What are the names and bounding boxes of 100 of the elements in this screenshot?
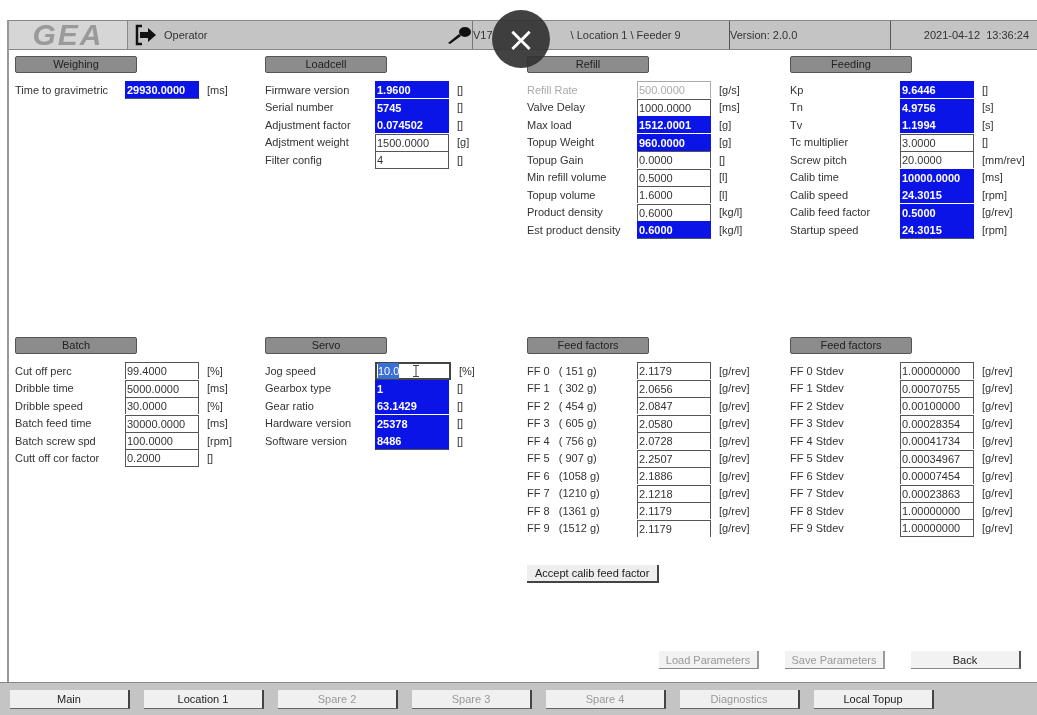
value-field[interactable]: 2.2507	[637, 449, 711, 467]
unit-label: [kg/l]	[719, 223, 743, 236]
unit-label: [l]	[719, 171, 728, 184]
unit-label: [g/rev]	[982, 364, 1013, 377]
value-field[interactable]: 30000.0000	[125, 414, 199, 432]
field-label: Startup speed	[790, 223, 860, 236]
field-label: Calib time	[790, 171, 840, 184]
field-label: Est product density	[527, 223, 622, 236]
field-label: Min refill volume	[527, 171, 608, 184]
value-field[interactable]: 0.00070755	[900, 379, 974, 397]
accept-button[interactable]: Accept calib feed factor	[527, 565, 660, 583]
value-field[interactable]: 24.3015	[900, 186, 974, 204]
unit-label: [%]	[207, 399, 223, 412]
unit-label: [g/rev]	[719, 522, 750, 535]
value-field[interactable]: 0.00007454	[900, 467, 974, 485]
field-label: Batch feed time	[15, 417, 93, 430]
value-field[interactable]: 0.6000	[637, 203, 711, 221]
unit-label: [ms]	[207, 382, 228, 395]
unit-label: []	[457, 101, 464, 114]
value-field[interactable]: 1.00000000	[900, 519, 974, 538]
value-field[interactable]: 0.0000	[637, 151, 711, 169]
field-label: Gear ratio	[265, 399, 315, 412]
field-label: Hardware version	[265, 417, 353, 430]
value-field[interactable]: 30.0000	[125, 397, 199, 415]
nav-tab[interactable]: Main	[10, 689, 130, 709]
value-field[interactable]: 1.6000	[637, 186, 711, 204]
field-label: Cut off perc	[15, 364, 73, 377]
unit-label: [g/s]	[719, 83, 740, 96]
value-field[interactable]: 0.5000	[900, 203, 974, 221]
unit-label: [s]	[982, 118, 994, 131]
value-field[interactable]: 1.00000000	[900, 502, 974, 520]
value-field[interactable]: 1512.0001	[637, 116, 711, 134]
section-header: Servo	[265, 337, 387, 354]
field-label: FF 0 Stdev	[790, 364, 845, 377]
field-label: Calib feed factor	[790, 206, 872, 219]
unit-label: [g/rev]	[982, 399, 1013, 412]
nav-tab[interactable]: Local Topup	[814, 689, 934, 709]
unit-label: []	[457, 118, 464, 131]
value-field[interactable]: 63.1429	[375, 397, 449, 415]
value-field[interactable]: 0.00041734	[900, 432, 974, 450]
value-field[interactable]: 10.0	[375, 361, 451, 380]
value-field[interactable]: 1.00000000	[900, 362, 974, 380]
value-field[interactable]: 5745	[375, 98, 449, 116]
unit-label: [g/rev]	[982, 469, 1013, 482]
section-header: Feeding	[790, 56, 912, 73]
unit-label: [g/rev]	[719, 504, 750, 517]
value-field[interactable]: 0.074502	[375, 116, 449, 134]
value-field[interactable]: 2.1179	[637, 362, 711, 380]
value-field[interactable]: 1.1994	[900, 116, 974, 134]
value-field[interactable]: 29930.0000	[125, 80, 199, 99]
value-field[interactable]: 0.00034967	[900, 449, 974, 467]
value-field[interactable]: 1.9600	[375, 81, 449, 99]
value-field[interactable]: 2.1179	[637, 502, 711, 520]
value-field[interactable]: 2.1218	[637, 484, 711, 502]
value-field[interactable]: 9.6446	[900, 81, 974, 99]
nav-tab[interactable]: Location 1	[144, 689, 264, 709]
unit-label: [g/rev]	[719, 417, 750, 430]
field-label: Dribble speed	[15, 399, 84, 412]
unit-label: [g/rev]	[982, 417, 1013, 430]
value-field[interactable]: 3.0000	[900, 133, 974, 151]
unit-label: [g/rev]	[719, 364, 750, 377]
section-header: Loadcell	[265, 56, 387, 73]
value-field[interactable]: 2.0728	[637, 432, 711, 450]
section-header: Refill	[527, 56, 649, 73]
unit-label: []	[719, 153, 726, 166]
unit-label: [l]	[719, 188, 728, 201]
value-field[interactable]: 100.0000	[125, 432, 199, 450]
unit-label: [rpm]	[207, 434, 233, 447]
value-field[interactable]: 0.2000	[125, 449, 199, 468]
value-field[interactable]: 25378	[375, 414, 449, 432]
action-button[interactable]: Back	[911, 651, 1021, 669]
value-field[interactable]: 4	[375, 150, 449, 169]
value-field[interactable]: 2.1886	[637, 467, 711, 485]
field-label: Tn	[790, 101, 804, 114]
field-label: Time to gravimetric	[15, 83, 110, 96]
unit-label: []	[207, 452, 214, 465]
field-label: Valve Delay	[527, 101, 586, 114]
value-field[interactable]: 0.00100000	[900, 397, 974, 415]
unit-label: [ms]	[207, 83, 228, 96]
value-field[interactable]: 2.1179	[637, 519, 711, 537]
value-field[interactable]: 20.0000	[900, 151, 974, 169]
value-field[interactable]: 1500.0000	[375, 133, 449, 151]
field-label: Adjstment weight	[265, 136, 350, 149]
field-label: FF 2 ( 454 g)	[527, 399, 598, 412]
value-field[interactable]: 2.0580	[637, 414, 711, 432]
field-label: FF 9 Stdev	[790, 522, 845, 535]
value-field[interactable]: 1000.0000	[637, 98, 711, 116]
value-field[interactable]: 99.4000	[125, 362, 199, 380]
value-field[interactable]: 0.00023863	[900, 484, 974, 502]
exit-icon[interactable]	[134, 24, 158, 46]
value-field[interactable]: 960.0000	[637, 133, 711, 151]
field-label: FF 0 ( 151 g)	[527, 364, 598, 377]
value-field[interactable]: 2.0656	[637, 379, 711, 397]
value-field[interactable]: 0.6000	[637, 220, 711, 239]
value-field[interactable]: 10000.0000	[900, 168, 974, 186]
value-field[interactable]: 5000.0000	[125, 379, 199, 397]
value-field[interactable]: 0.00028354	[900, 414, 974, 432]
value-field[interactable]: 2.0847	[637, 397, 711, 415]
value-field[interactable]: 4.9756	[900, 98, 974, 116]
value-field[interactable]: 0.5000	[637, 168, 711, 186]
